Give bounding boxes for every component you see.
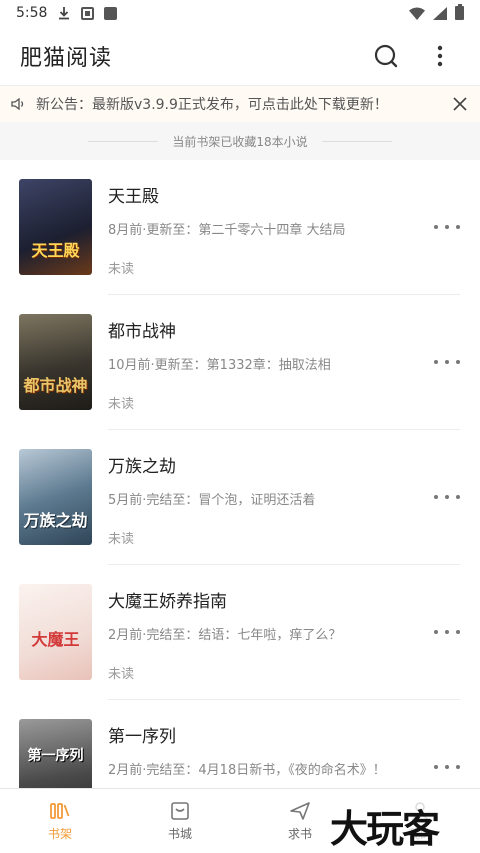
status-time: 5:58: [16, 5, 48, 21]
more-options-button[interactable]: [434, 623, 460, 641]
book-cover: 天王殿: [19, 179, 92, 275]
download-icon: [59, 7, 70, 20]
read-status: 未读: [108, 397, 135, 412]
wifi-icon: [409, 7, 425, 20]
book-update: 2月前·完结至：4月18日新书，《夜的命名术》！: [108, 763, 386, 778]
more-vertical-icon: [437, 45, 443, 66]
shelf-summary: 当前书架已收藏18本小说: [0, 122, 480, 160]
divider-left: [88, 140, 159, 142]
app-bar: 肥猫阅读: [0, 26, 480, 86]
more-options-button[interactable]: [434, 758, 460, 776]
book-title: 都市战神: [108, 322, 176, 342]
watermark-logo: 大玩客: [330, 798, 440, 853]
more-options-button[interactable]: [434, 218, 460, 236]
cover-title: 天王殿: [31, 241, 80, 260]
list-item[interactable]: 万族之劫 万族之劫 5月前·完结至：冒个泡，证明还活着 未读: [0, 430, 480, 565]
nav-item-bookstore[interactable]: 书城: [120, 789, 240, 853]
book-title: 第一序列: [108, 727, 176, 747]
notice-text[interactable]: 新公告：最新版v3.9.9正式发布，可点击此处下载更新！: [36, 94, 452, 114]
cover-title: 第一序列: [27, 748, 84, 764]
nav-label: 书城: [167, 826, 192, 841]
book-title: 天王殿: [108, 187, 159, 207]
speaker-icon: [11, 97, 24, 111]
book-list: 天王殿 天王殿 8月前·更新至：第二千零六十四章 大结局 未读 都市战神 都市战…: [0, 160, 480, 835]
status-bar: 5:58: [0, 0, 480, 26]
book-cover: 万族之劫: [19, 449, 92, 545]
list-item[interactable]: 都市战神 都市战神 10月前·更新至：第1332章：抽取法相 未读: [0, 295, 480, 430]
signal-icon: [433, 6, 447, 20]
app-title: 肥猫阅读: [20, 45, 113, 71]
store-icon: [171, 801, 189, 820]
book-update: 8月前·更新至：第二千零六十四章 大结局: [108, 223, 346, 238]
book-cover: 大魔王: [19, 584, 92, 680]
book-title: 大魔王娇养指南: [108, 592, 227, 612]
cover-title: 大魔王: [31, 630, 80, 649]
nav-label: 书架: [47, 826, 72, 841]
read-status: 未读: [108, 532, 135, 547]
bookshelf-icon: [50, 802, 70, 819]
send-icon: [290, 801, 310, 820]
book-title: 万族之劫: [108, 457, 176, 477]
close-icon[interactable]: [452, 96, 468, 112]
book-cover: 都市战神: [19, 314, 92, 410]
search-button[interactable]: [366, 36, 406, 76]
divider-right: [321, 140, 392, 142]
app-notification-icon: [104, 6, 118, 20]
list-item[interactable]: 天王殿 天王殿 8月前·更新至：第二千零六十四章 大结局 未读: [0, 160, 480, 295]
notice-bar[interactable]: 新公告：最新版v3.9.9正式发布，可点击此处下载更新！: [0, 86, 480, 122]
more-options-button[interactable]: [434, 353, 460, 371]
nav-item-bookshelf[interactable]: 书架: [0, 789, 120, 853]
book-update: 10月前·更新至：第1332章：抽取法相: [108, 358, 331, 373]
book-update: 5月前·完结至：冒个泡，证明还活着: [108, 493, 316, 508]
cover-title: 万族之劫: [23, 511, 88, 530]
read-status: 未读: [108, 262, 135, 277]
notification-icon: [81, 6, 95, 20]
list-item[interactable]: 大魔王 大魔王娇养指南 2月前·完结至：结语：七年啦，痒了么？ 未读: [0, 565, 480, 700]
book-update: 2月前·完结至：结语：七年啦，痒了么？: [108, 628, 342, 643]
more-options-button[interactable]: [434, 488, 460, 506]
read-status: 未读: [108, 667, 135, 682]
search-icon: [374, 44, 398, 67]
shelf-count-text: 当前书架已收藏18本小说: [172, 134, 308, 149]
overflow-menu-button[interactable]: [420, 36, 460, 76]
nav-label: 求书: [287, 826, 312, 841]
battery-icon: [455, 4, 464, 20]
cover-title: 都市战神: [23, 376, 88, 395]
